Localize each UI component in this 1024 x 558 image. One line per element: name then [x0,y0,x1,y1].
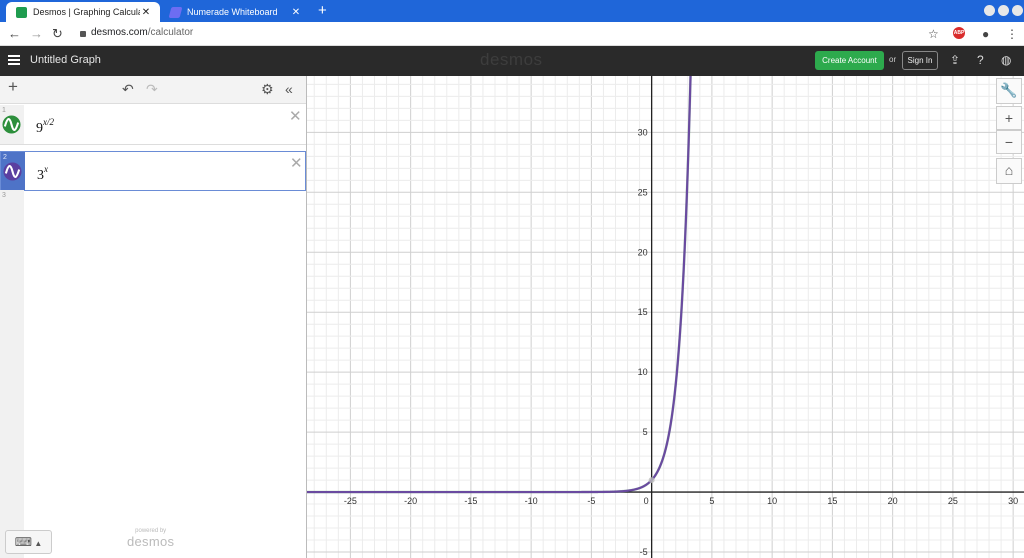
graph-color-icon[interactable] [2,115,21,134]
y-tick-label: 15 [638,307,648,317]
close-tab-icon[interactable]: ✕ [140,7,152,18]
tab-numerade[interactable]: Numerade Whiteboard ✕ [160,2,310,22]
y-tick-label: 10 [638,367,648,377]
graph-title[interactable]: Untitled Graph [30,54,101,66]
graph-svg: -25 -20 -15 -10 -5 0 5 10 15 20 25 30 30 25 20 15 10 5 -5 [307,76,1024,558]
graph-settings-wrench-icon[interactable]: 🔧 [996,78,1022,104]
expression-panel: + ↶ ↷ ⚙ « 1 9x/2 ✕ 2 3x ✕ 3 ⌨ ▲ powered … [0,76,307,558]
settings-gear-icon[interactable]: ⚙ [261,81,274,97]
delete-expression-icon[interactable]: ✕ [289,107,302,125]
forward-arrow-icon[interactable]: → [30,25,43,43]
y-intercept-point [648,477,655,484]
curve-9-pow-x-over-2 [307,76,692,494]
tab-title: Desmos | Graphing Calculator [33,7,140,17]
graph-color-icon[interactable] [3,162,22,181]
expression-toolbar: + ↶ ↷ ⚙ « [0,76,306,104]
close-tab-icon[interactable]: ✕ [290,7,302,18]
keyboard-icon: ⌨ [14,535,33,549]
x-tick-label: -5 [587,496,595,506]
zoom-in-button[interactable]: + [996,106,1022,130]
desmos-logo: desmos [480,50,543,69]
y-tick-label: 20 [638,247,648,257]
numerade-favicon-icon [168,6,183,18]
default-view-home-icon[interactable]: ⌂ [996,158,1022,184]
collapse-panel-icon[interactable]: « [285,81,293,97]
curve-3-pow-x [307,76,692,494]
powered-by-desmos: powered by desmos [127,528,174,549]
sign-in-button[interactable]: Sign In [902,51,938,70]
bookmark-star-icon[interactable]: ☆ [928,25,939,43]
powered-by-logo: desmos [127,534,175,549]
reload-icon[interactable]: ↻ [52,25,63,43]
expression-row-2[interactable]: 2 3x ✕ [0,151,306,191]
expression-index: 1 [2,107,6,114]
share-icon[interactable]: ⇪ [950,53,960,67]
y-tick-label: 25 [638,187,648,197]
add-expression-icon[interactable]: + [8,78,18,95]
url-field[interactable]: desmos.com/calculator [91,27,193,38]
x-tick-label: -20 [404,496,417,506]
expression-base: 3 [37,168,44,183]
create-account-button[interactable]: Create Account [815,51,884,70]
tab-desmos[interactable]: Desmos | Graphing Calculator ✕ [6,2,160,22]
x-tick-label: -25 [344,496,357,506]
x-tick-label: 30 [1008,496,1018,506]
tab-title: Numerade Whiteboard [187,7,278,17]
close-window-button[interactable] [1012,5,1023,16]
desmos-header: Untitled Graph desmos Create Account or … [0,46,1024,76]
y-tick-label: -5 [640,547,648,557]
desmos-favicon-icon [16,6,27,18]
adblock-icon[interactable]: ABP [953,27,965,39]
keyboard-toggle-button[interactable]: ⌨ ▲ [5,530,52,554]
y-tick-label: 5 [643,427,648,437]
y-tick-label: 30 [638,127,648,137]
url-host: desmos.com [91,27,148,38]
caret-up-icon: ▲ [32,539,43,548]
lock-icon [80,31,86,37]
language-globe-icon[interactable]: ◍ [1001,53,1011,67]
expression-math[interactable]: 3x [37,164,48,184]
expression-row-1[interactable]: 1 9x/2 ✕ [0,105,306,145]
empty-expression-gutter [0,190,24,558]
hamburger-menu-icon[interactable] [8,55,20,65]
address-bar: ← → ↻ desmos.com/calculator ☆ ● ⋮ [0,22,1024,46]
expression-base: 9 [36,121,43,136]
help-icon[interactable]: ? [977,53,984,67]
expression-math[interactable]: 9x/2 [36,117,54,137]
new-tab-button[interactable]: + [318,2,327,20]
zoom-out-button[interactable]: − [996,130,1022,154]
maximize-window-button[interactable] [998,5,1009,16]
x-tick-label: 15 [827,496,837,506]
graph-canvas[interactable]: -25 -20 -15 -10 -5 0 5 10 15 20 25 30 30 25 20 15 10 5 -5 [307,76,1024,558]
x-tick-label: 20 [888,496,898,506]
or-label: or [889,55,897,64]
url-path: /calculator [147,27,194,38]
browser-tab-bar: Desmos | Graphing Calculator ✕ Numerade … [0,0,1024,22]
minimize-window-button[interactable] [984,5,995,16]
x-tick-label: -15 [464,496,477,506]
delete-expression-icon[interactable]: ✕ [290,154,303,172]
expression-index: 3 [2,192,6,199]
x-tick-label: 25 [948,496,958,506]
account-icon[interactable]: ● [982,25,989,43]
redo-icon[interactable]: ↷ [146,81,158,97]
back-arrow-icon[interactable]: ← [8,25,21,43]
expression-index: 2 [3,154,7,161]
expression-exponent: x [44,164,48,174]
x-tick-label: 5 [709,496,714,506]
expression-exponent: x/2 [43,117,54,127]
browser-menu-icon[interactable]: ⋮ [1006,25,1018,43]
x-tick-label: -10 [525,496,538,506]
x-tick-label: 10 [767,496,777,506]
x-tick-label: 0 [644,496,649,506]
undo-icon[interactable]: ↶ [122,81,134,97]
